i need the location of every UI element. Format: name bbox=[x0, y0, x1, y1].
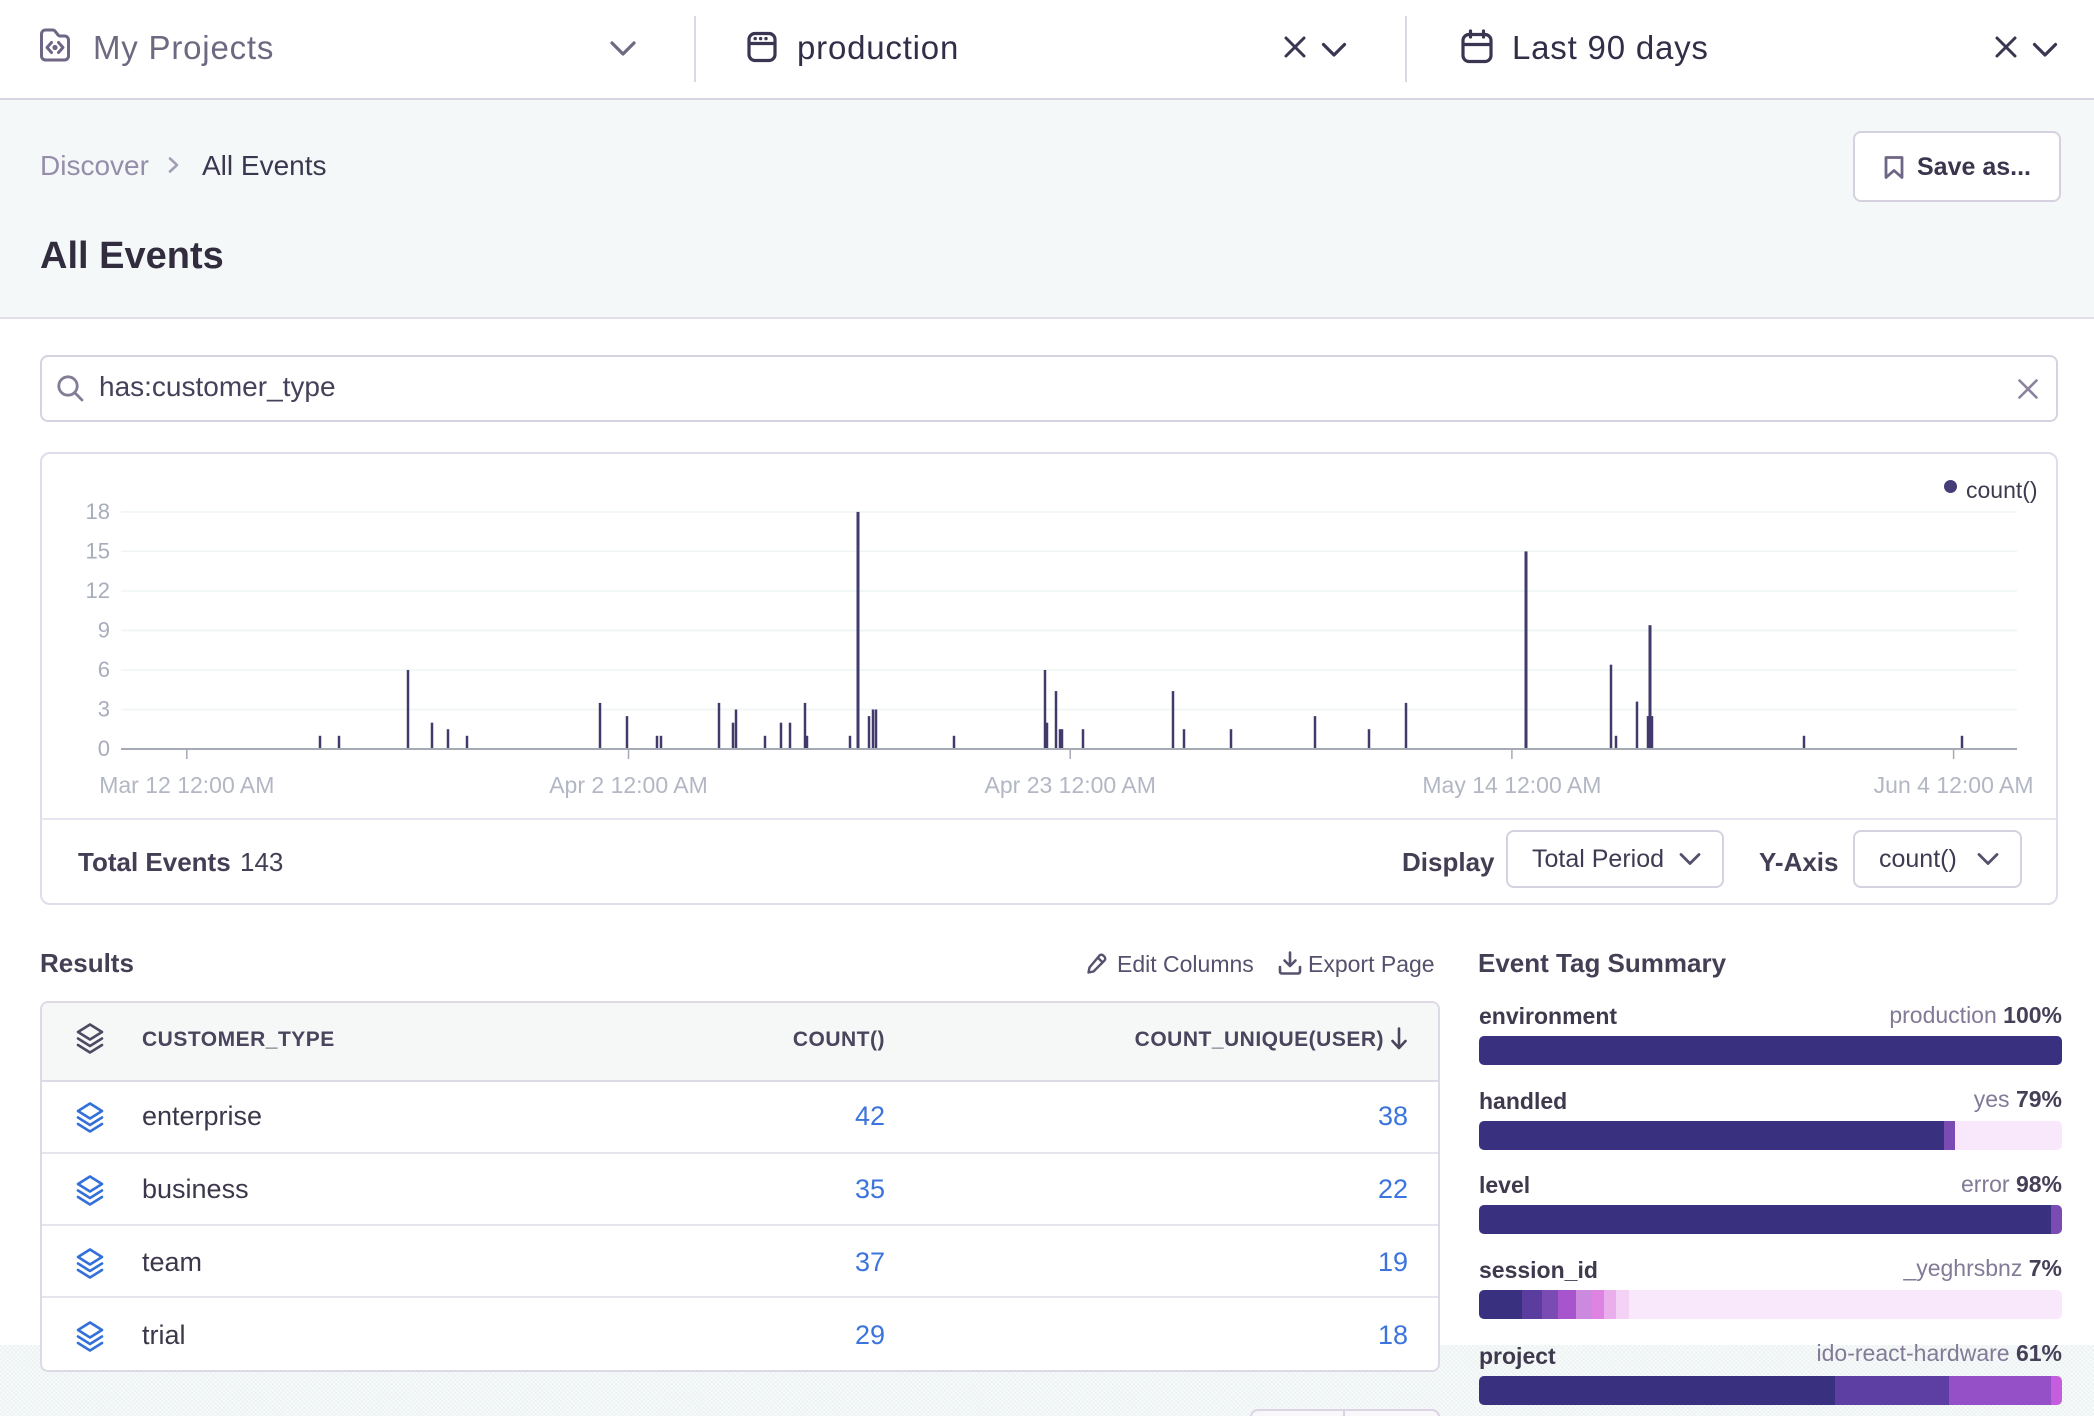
svg-text:3: 3 bbox=[98, 697, 110, 722]
svg-text:6: 6 bbox=[98, 657, 110, 682]
svg-text:May 14 12:00 AM: May 14 12:00 AM bbox=[1422, 772, 1601, 798]
svg-text:0: 0 bbox=[98, 736, 110, 761]
svg-text:Apr 2 12:00 AM: Apr 2 12:00 AM bbox=[549, 772, 708, 798]
svg-text:15: 15 bbox=[86, 538, 110, 563]
svg-text:12: 12 bbox=[86, 578, 110, 603]
svg-text:9: 9 bbox=[98, 618, 110, 643]
svg-text:Apr 23 12:00 AM: Apr 23 12:00 AM bbox=[985, 772, 1156, 798]
svg-text:Jun 4 12:00 AM: Jun 4 12:00 AM bbox=[1874, 772, 2034, 798]
svg-text:Mar 12 12:00 AM: Mar 12 12:00 AM bbox=[99, 772, 274, 798]
svg-text:18: 18 bbox=[86, 499, 110, 524]
